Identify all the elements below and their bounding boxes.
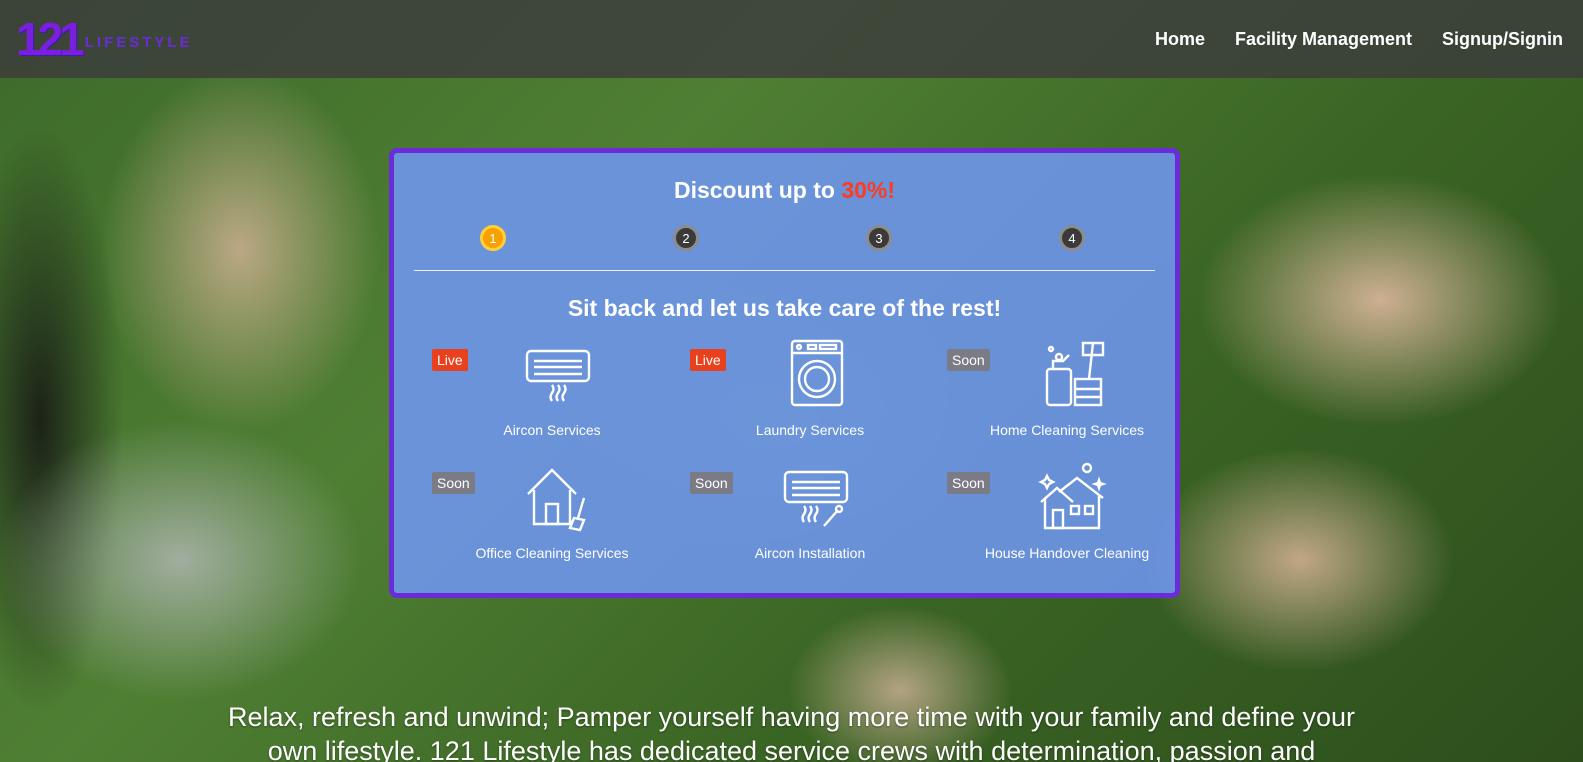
cleaning-supplies-icon	[1045, 341, 1105, 407]
service-label: Aircon Services	[503, 422, 601, 438]
promo-tagline: Sit back and let us take care of the res…	[567, 295, 1002, 321]
service-laundry-services[interactable]: Live Laundry Services	[690, 339, 930, 459]
aircon-tools-icon	[783, 470, 849, 527]
sparkling-house-icon	[1038, 462, 1107, 530]
service-label: Office Cleaning Services	[475, 545, 629, 561]
service-label: Aircon Installation	[754, 545, 866, 561]
nav-home-link[interactable]: Home	[1155, 29, 1205, 50]
service-status-badge: Soon	[690, 472, 733, 494]
carousel-steps: 1 2 3 4	[394, 225, 1175, 253]
service-status-badge: Soon	[947, 349, 990, 371]
top-navbar: 121 LIFESTYLE Home Facility Management S…	[0, 0, 1583, 78]
promo-discount-value: 30%!	[841, 177, 896, 203]
step-2-indicator[interactable]: 2	[673, 225, 699, 251]
service-status-badge: Soon	[432, 472, 475, 494]
step-4-indicator[interactable]: 4	[1059, 225, 1085, 251]
promo-divider	[414, 270, 1155, 271]
service-status-badge: Live	[432, 349, 468, 371]
hero-description: Relax, refresh and unwind; Pamper yourse…	[227, 702, 1356, 762]
nav-signup-signin-link[interactable]: Signup/Signin	[1442, 29, 1563, 50]
service-status-badge: Live	[690, 349, 726, 371]
service-aircon-installation[interactable]: Soon Aircon Installation	[690, 470, 930, 582]
logo-number: 121	[16, 13, 85, 65]
brand-logo[interactable]: 121 LIFESTYLE	[16, 13, 193, 65]
service-house-handover-cleaning[interactable]: Soon House Handover Cleaning	[947, 462, 1187, 582]
logo-wordmark: LIFESTYLE	[84, 33, 193, 51]
service-aircon-services[interactable]: Live Aircon Services	[432, 349, 672, 459]
service-label: Laundry Services	[755, 422, 865, 438]
house-broom-icon	[527, 468, 586, 532]
promo-title-prefix: Discount up to	[673, 177, 842, 203]
service-label: Home Cleaning Services	[989, 422, 1145, 438]
service-status-badge: Soon	[947, 472, 990, 494]
nav-facility-management-link[interactable]: Facility Management	[1235, 29, 1412, 50]
promo-card: Discount up to 30%! 1 2 3 4 Sit back and…	[389, 148, 1180, 598]
step-1-indicator[interactable]: 1	[480, 225, 506, 251]
service-label: House Handover Cleaning	[984, 545, 1150, 561]
service-office-cleaning-services[interactable]: Soon Office Cleaning Services	[432, 468, 672, 582]
service-home-cleaning-services[interactable]: Soon Home Cleaning Services	[947, 341, 1187, 459]
promo-title: Discount up to 30%!	[394, 177, 1175, 204]
step-3-indicator[interactable]: 3	[866, 225, 892, 251]
washing-machine-icon	[790, 339, 844, 407]
aircon-icon	[525, 349, 591, 402]
nav-links: Home Facility Management Signup/Signin	[1155, 29, 1563, 50]
